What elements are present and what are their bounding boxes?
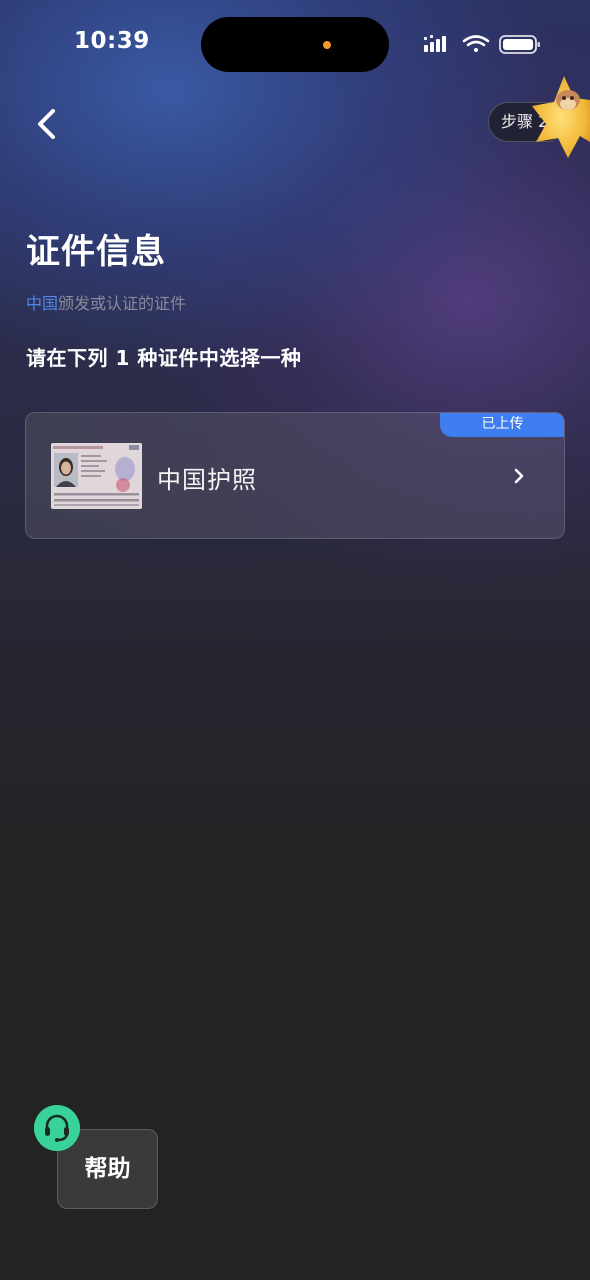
page-subtitle: 中国颁发或认证的证件 <box>26 290 186 314</box>
status-time: 10:39 <box>74 28 150 54</box>
dynamic-island <box>201 17 389 72</box>
subtitle-text: 颁发或认证的证件 <box>58 294 187 313</box>
privacy-indicator-dot <box>323 41 331 49</box>
screen: 10:39 步骤 2 证件信息 中国颁发或认证的证件 请在下列 1 种证件中选择… <box>0 0 590 1280</box>
document-option-passport[interactable]: 已上传 中国护照 <box>25 412 565 539</box>
selection-instruction: 请在下列 1 种证件中选择一种 <box>26 346 302 370</box>
subtitle-country: 中国 <box>26 294 59 313</box>
chevron-right-icon <box>514 468 524 484</box>
star-mascot-icon <box>532 76 590 158</box>
battery-icon <box>499 35 540 54</box>
headset-icon[interactable] <box>34 1105 80 1151</box>
status-icons <box>424 35 540 54</box>
passport-thumbnail-icon <box>51 443 142 509</box>
uploaded-badge: 已上传 <box>440 413 564 437</box>
back-button[interactable] <box>28 104 68 144</box>
document-name: 中国护照 <box>157 466 257 494</box>
page-title: 证件信息 <box>26 232 166 272</box>
signal-icon <box>424 35 446 52</box>
wifi-icon <box>462 35 490 52</box>
chevron-left-icon <box>38 109 55 139</box>
